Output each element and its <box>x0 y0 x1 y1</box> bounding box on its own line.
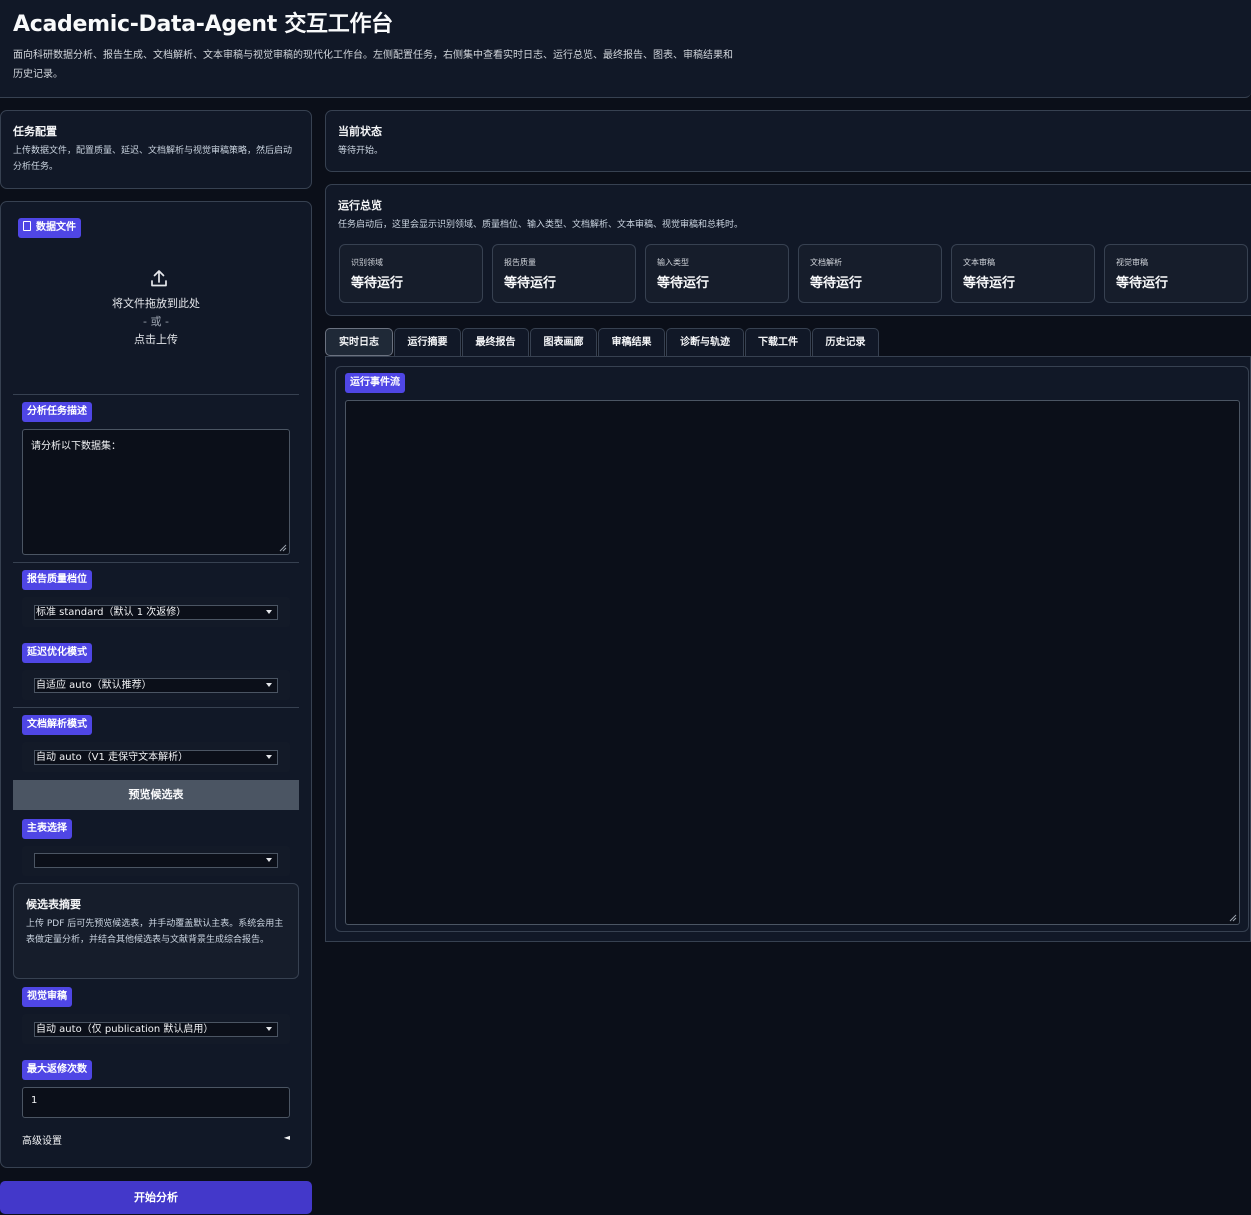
collapse-arrow-icon: ◄ <box>283 1133 290 1142</box>
visual-review-select[interactable]: 自动 auto（仅 publication 默认启用） <box>34 1022 278 1037</box>
card-label: 文档解析 <box>810 258 842 267</box>
overview-card-input-type: 输入类型 等待运行 <box>645 244 789 303</box>
candidate-summary-box: 候选表摘要 上传 PDF 后可先预览候选表，并手动覆盖默认主表。系统会用主表做定… <box>13 883 299 979</box>
chevron-down-icon <box>266 755 272 759</box>
candidate-summary-desc: 上传 PDF 后可先预览候选表，并手动覆盖默认主表。系统会用主表做定量分析，并结… <box>26 919 284 945</box>
card-label: 文本审稿 <box>963 258 995 267</box>
latency-select[interactable]: 自适应 auto（默认推荐） <box>34 678 278 693</box>
start-analysis-button[interactable]: 开始分析 <box>0 1181 312 1214</box>
doc-parse-value: 自动 auto（V1 走保守文本解析） <box>36 752 189 763</box>
status-text: 等待开始。 <box>338 146 384 156</box>
card-value: 等待运行 <box>504 276 557 291</box>
overview-card-text-review: 文本审稿 等待运行 <box>951 244 1095 303</box>
card-value: 等待运行 <box>657 276 710 291</box>
tab-diagnostics[interactable]: 诊断与轨迹 <box>666 328 744 356</box>
overview-card-doc-parse: 文档解析 等待运行 <box>798 244 942 303</box>
tab-chart-gallery[interactable]: 图表画廊 <box>530 328 597 356</box>
card-label: 输入类型 <box>657 258 689 267</box>
tab-history[interactable]: 历史记录 <box>812 328 879 356</box>
chevron-down-icon <box>266 858 272 862</box>
card-label: 报告质量 <box>504 258 536 267</box>
tab-review-results[interactable]: 审稿结果 <box>598 328 665 356</box>
overview-card-visual-review: 视觉审稿 等待运行 <box>1104 244 1248 303</box>
upload-badge-label: 数据文件 <box>36 222 76 233</box>
click-upload-text: 点击上传 <box>134 333 178 346</box>
chevron-down-icon <box>266 1027 272 1031</box>
resize-handle-icon[interactable] <box>1229 914 1237 922</box>
main-table-label: 主表选择 <box>22 819 72 839</box>
doc-parse-select[interactable]: 自动 auto（V1 走保守文本解析） <box>34 750 278 765</box>
visual-review-value: 自动 auto（仅 publication 默认启用） <box>36 1024 214 1035</box>
max-revisions-label: 最大返修次数 <box>22 1060 92 1080</box>
card-label: 视觉审稿 <box>1116 258 1148 267</box>
overview-panel: 运行总览 任务启动后，这里会显示识别领域、质量档位、输入类型、文档解析、文本审稿… <box>325 184 1251 316</box>
page-header: Academic-Data-Agent 交互工作台 面向科研数据分析、报告生成、… <box>0 0 1251 98</box>
or-text: - 或 - <box>143 315 169 328</box>
file-dropzone[interactable]: 将文件拖放到此处 - 或 - 点击上传 <box>13 245 299 393</box>
log-textarea[interactable] <box>345 400 1240 925</box>
upload-badge: 数据文件 <box>18 218 81 238</box>
divider <box>13 562 299 563</box>
latency-value: 自适应 auto（默认推荐） <box>36 680 152 691</box>
max-revisions-value: 1 <box>31 1095 38 1106</box>
task-desc-value: 请分析以下数据集： <box>31 441 121 452</box>
divider <box>13 394 299 395</box>
task-desc-textarea[interactable]: 请分析以下数据集： <box>22 429 290 555</box>
divider <box>13 707 299 708</box>
card-value: 等待运行 <box>810 276 863 291</box>
log-label: 运行事件流 <box>345 373 405 393</box>
quality-value: 标准 standard（默认 1 次返修） <box>36 607 187 618</box>
file-icon <box>23 221 31 231</box>
card-value: 等待运行 <box>963 276 1016 291</box>
task-config-title: 任务配置 <box>13 125 57 138</box>
card-label: 识别领域 <box>351 258 383 267</box>
chevron-down-icon <box>266 683 272 687</box>
candidate-summary-title: 候选表摘要 <box>26 898 81 911</box>
quality-label: 报告质量档位 <box>22 570 92 590</box>
tab-final-report[interactable]: 最终报告 <box>462 328 529 356</box>
tab-run-summary[interactable]: 运行摘要 <box>394 328 461 356</box>
overview-desc: 任务启动后，这里会显示识别领域、质量档位、输入类型、文档解析、文本审稿、视觉审稿… <box>338 220 744 230</box>
max-revisions-input[interactable]: 1 <box>22 1087 290 1118</box>
advanced-settings-label: 高级设置 <box>22 1136 62 1147</box>
task-desc-label: 分析任务描述 <box>22 402 92 422</box>
resize-handle-icon[interactable] <box>279 544 287 552</box>
tab-downloads[interactable]: 下载工件 <box>745 328 811 356</box>
drop-text: 将文件拖放到此处 <box>112 297 200 310</box>
upload-icon <box>151 270 167 287</box>
page-title: Academic-Data-Agent 交互工作台 <box>13 12 393 37</box>
status-title: 当前状态 <box>338 125 382 138</box>
task-config-panel: 任务配置 上传数据文件，配置质量、延迟、文档解析与视觉审稿策略，然后启动分析任务… <box>0 110 312 189</box>
advanced-settings-toggle[interactable]: 高级设置 ◄ <box>22 1132 290 1150</box>
latency-label: 延迟优化模式 <box>22 643 92 663</box>
card-value: 等待运行 <box>351 276 404 291</box>
status-panel: 当前状态 等待开始。 <box>325 110 1251 172</box>
chevron-down-icon <box>266 610 272 614</box>
main-table-select[interactable] <box>34 853 278 868</box>
page-description: 面向科研数据分析、报告生成、文档解析、文本审稿与视觉审稿的现代化工作台。左侧配置… <box>13 50 733 80</box>
card-value: 等待运行 <box>1116 276 1169 291</box>
tab-live-log[interactable]: 实时日志 <box>325 328 393 356</box>
overview-card-domain: 识别领域 等待运行 <box>339 244 483 303</box>
preview-candidates-button[interactable]: 预览候选表 <box>13 780 299 810</box>
task-config-desc: 上传数据文件，配置质量、延迟、文档解析与视觉审稿策略，然后启动分析任务。 <box>13 146 293 172</box>
quality-select[interactable]: 标准 standard（默认 1 次返修） <box>34 605 278 620</box>
visual-review-label: 视觉审稿 <box>22 987 72 1007</box>
overview-title: 运行总览 <box>338 199 382 212</box>
overview-card-quality: 报告质量 等待运行 <box>492 244 636 303</box>
doc-parse-label: 文档解析模式 <box>22 715 92 735</box>
